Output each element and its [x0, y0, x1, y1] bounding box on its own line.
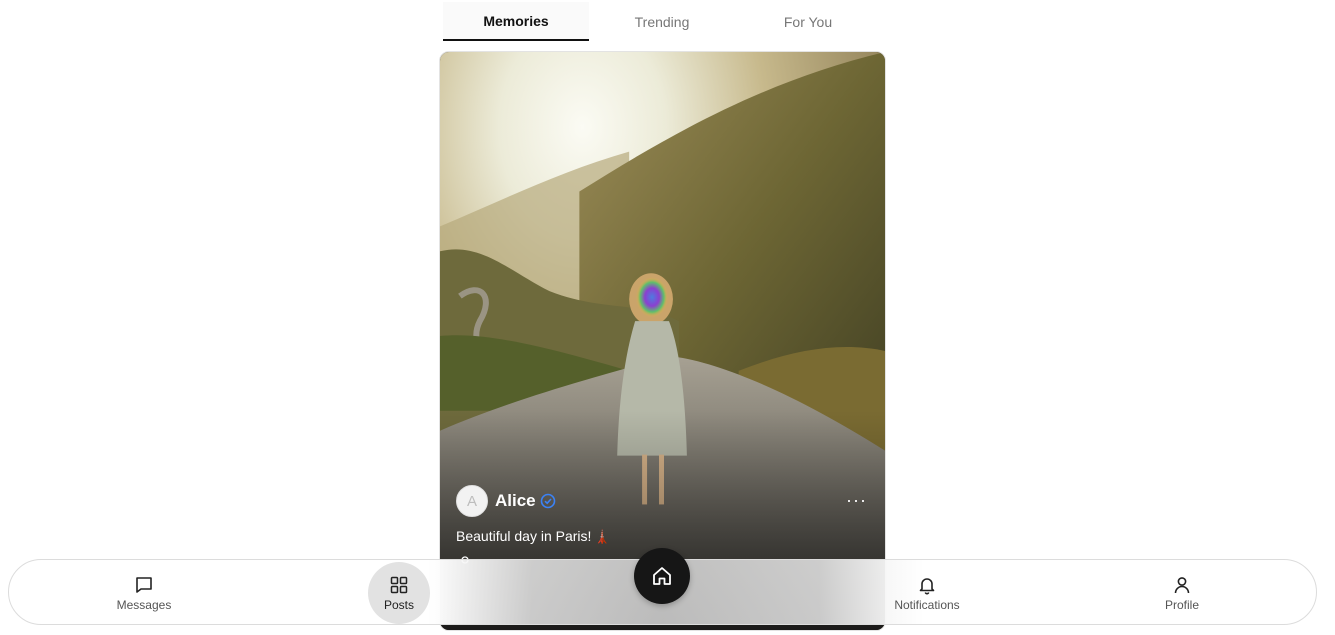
nav-posts[interactable]: Posts [368, 562, 430, 624]
grid-icon [390, 576, 408, 593]
post-card[interactable]: A Alice ··· Beautiful day in Paris! 🗼 [439, 51, 886, 631]
more-options-icon[interactable]: ··· [846, 490, 867, 510]
tab-trending[interactable]: Trending [589, 2, 735, 41]
username[interactable]: Alice [495, 491, 536, 511]
tab-for-you[interactable]: For You [735, 2, 881, 41]
verified-badge-icon [540, 493, 555, 509]
caption-text: Beautiful day in Paris! [456, 528, 592, 544]
nav-notifications[interactable]: Notifications [884, 560, 970, 626]
nav-messages-label: Messages [116, 597, 172, 612]
user-icon [1174, 576, 1190, 593]
message-icon [136, 576, 152, 593]
nav-notifications-label: Notifications [894, 597, 960, 612]
post-caption: Beautiful day in Paris! 🗼 [456, 528, 611, 545]
caption-emoji: 🗼 [594, 529, 611, 544]
tab-memories[interactable]: Memories [443, 2, 589, 41]
home-button[interactable] [634, 548, 690, 604]
post-author[interactable]: A Alice [456, 485, 556, 517]
top-tabs: Memories Trending For You [443, 2, 883, 42]
nav-messages[interactable]: Messages [109, 560, 179, 626]
nav-posts-label: Posts [383, 597, 414, 612]
home-icon [653, 567, 671, 585]
avatar[interactable]: A [456, 485, 488, 517]
nav-profile-label: Profile [1164, 597, 1199, 612]
bell-icon [919, 577, 935, 594]
nav-profile[interactable]: Profile [1157, 560, 1207, 626]
